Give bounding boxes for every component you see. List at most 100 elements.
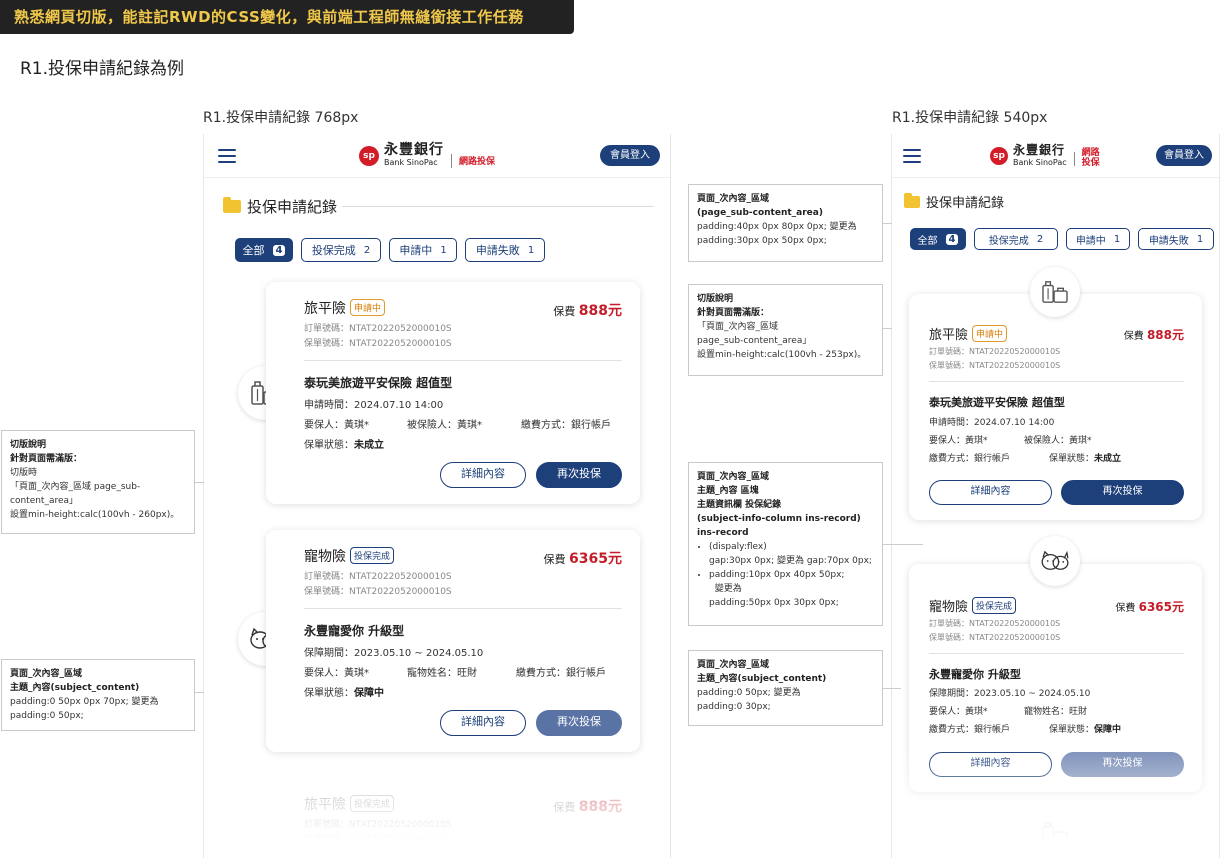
status-badge: 申請中 bbox=[350, 299, 386, 316]
premium: 保費 6365元 bbox=[1115, 600, 1184, 614]
product-name: 泰玩美旅遊平安保險 超值型 bbox=[929, 396, 1065, 409]
applicant: 要保人：黃琪* bbox=[304, 420, 369, 431]
policy-status: 保單狀態：保障中 bbox=[1049, 725, 1122, 735]
apply-time: 申請時間：2024.07.10 14:00 bbox=[304, 400, 444, 411]
policy-status: 保單狀態：未成立 bbox=[304, 440, 384, 451]
order-numbers: 訂單號碼：NTAT2022052000010S 保單號碼：NTAT20220520… bbox=[304, 324, 452, 349]
tab-label: 投保完成 bbox=[988, 235, 1029, 247]
insurance-type: 旅平險 投保完成 bbox=[304, 794, 395, 814]
reapply-button[interactable]: 再次投保 bbox=[536, 462, 622, 488]
status-badge: 投保完成 bbox=[972, 597, 1017, 614]
tab-label: 全部 bbox=[917, 235, 938, 247]
tab-label: 申請中 bbox=[399, 244, 433, 257]
annotation-note: 切版說明 針對頁面需滿版： 切版時 「頁面_次內容_區域 page_sub- c… bbox=[1, 430, 195, 534]
annotation-note: 頁面_次內容_區域 主題_內容 區塊 主題資訊欄 投保紀錄 (subject-i… bbox=[688, 462, 883, 626]
detail-button[interactable]: 詳細內容 bbox=[929, 752, 1052, 777]
status-badge: 投保完成 bbox=[350, 795, 395, 812]
apply-time: 申請時間：2024.07.10 14:00 bbox=[929, 418, 1055, 428]
bank-name-zh: 永豐銀行 bbox=[384, 142, 444, 158]
tab-failed[interactable]: 申請失敗 1 bbox=[465, 238, 545, 262]
header-banner: 熟悉網頁切版，能註記RWD的CSS變化，與前端工程師無縫銜接工作任務 bbox=[0, 0, 574, 34]
order-numbers: 訂單號碼：NTAT2022052000010S 保單號碼：NTAT20220520… bbox=[304, 820, 452, 845]
mockup-540: sp 永豐銀行 Bank SinoPac 網路投保 會員登入 投保申請紀錄 全部… bbox=[891, 134, 1220, 858]
bank-name-en: Bank SinoPac bbox=[384, 158, 438, 167]
sinopac-logo-icon: sp bbox=[359, 145, 379, 166]
payment-method: 繳費方式：銀行帳戶 bbox=[521, 420, 611, 431]
record-card: 寵物險 投保完成 保費 6365元 訂單號碼：NTAT2022052000010S… bbox=[909, 564, 1202, 792]
login-button[interactable]: 會員登入 bbox=[1156, 145, 1212, 166]
bank-name-zh: 永豐銀行 bbox=[1013, 143, 1066, 157]
premium: 保費 6365元 bbox=[543, 551, 622, 567]
filter-tabs: 全部 4 投保完成 2 申請中 1 申請失敗 1 bbox=[235, 238, 545, 262]
insured: 被保險人：黃琪* bbox=[407, 420, 482, 431]
coverage-period: 保障期間：2023.05.10 ~ 2024.05.10 bbox=[929, 689, 1091, 699]
web-insurance-label: 網路投保 bbox=[1081, 147, 1100, 168]
payment-method: 繳費方式：銀行帳戶 bbox=[929, 725, 1011, 735]
detail-button[interactable]: 詳細內容 bbox=[929, 480, 1052, 505]
pet-icon bbox=[1030, 536, 1080, 586]
payment-method: 繳費方式：銀行帳戶 bbox=[929, 454, 1011, 464]
login-button[interactable]: 會員登入 bbox=[600, 145, 660, 166]
folder-icon bbox=[904, 192, 920, 208]
frame-label-540: R1.投保申請紀錄 540px bbox=[892, 110, 1048, 126]
reapply-button[interactable]: 再次投保 bbox=[1061, 752, 1184, 777]
bank-logo[interactable]: sp 永豐銀行 Bank SinoPac 網路投保 bbox=[990, 143, 1100, 168]
tab-completed[interactable]: 投保完成 2 bbox=[301, 238, 381, 262]
web-insurance-label: 網路投保 bbox=[459, 157, 496, 167]
annotation-note: 切版說明 針對頁面需滿版： 「頁面_次內容_區域 page_sub-conten… bbox=[688, 284, 883, 376]
policy-status: 保單狀態：未成立 bbox=[1049, 454, 1122, 464]
premium: 保費 888元 bbox=[553, 303, 622, 319]
bank-name-en: Bank SinoPac bbox=[1013, 158, 1067, 167]
tab-completed[interactable]: 投保完成 2 bbox=[974, 228, 1058, 250]
pet-name: 寵物姓名：旺財 bbox=[407, 668, 477, 679]
section-header: 投保申請紀錄 bbox=[904, 192, 1004, 211]
detail-button[interactable]: 詳細內容 bbox=[440, 462, 526, 488]
top-nav: sp 永豐銀行 Bank SinoPac 網路投保 會員登入 bbox=[892, 134, 1219, 178]
order-numbers: 訂單號碼：NTAT2022052000010S 保單號碼：NTAT20220520… bbox=[929, 619, 1061, 642]
tab-count: 2 bbox=[363, 244, 371, 256]
insurance-type: 寵物險 投保完成 bbox=[929, 596, 1017, 615]
status-badge: 申請中 bbox=[972, 325, 1008, 342]
filter-tabs: 全部 4 投保完成 2 申請中 1 申請失敗 1 bbox=[910, 228, 1214, 250]
tab-failed[interactable]: 申請失敗 1 bbox=[1138, 228, 1214, 250]
order-numbers: 訂單號碼：NTAT2022052000010S 保單號碼：NTAT20220520… bbox=[304, 572, 452, 597]
insurance-type: 旅平險 申請中 bbox=[929, 324, 1008, 343]
insurance-type: 寵物險 投保完成 bbox=[304, 546, 395, 566]
tab-count: 1 bbox=[527, 244, 535, 256]
tab-count: 1 bbox=[1196, 233, 1204, 245]
product-name: 永豐寵愛你 升級型 bbox=[929, 668, 1021, 681]
product-name: 泰玩美旅遊平安保險 超值型 bbox=[304, 376, 453, 390]
record-card: 旅平險 投保完成 保費 888元 訂單號碼：NTAT2022052000010S 保… bbox=[266, 778, 640, 858]
premium: 保費 888元 bbox=[1123, 328, 1184, 342]
mockup-768: sp 永豐銀行 Bank SinoPac 網路投保 會員登入 投保申請紀錄 全部… bbox=[203, 134, 671, 858]
tab-count: 4 bbox=[945, 233, 959, 245]
annotation-note: 頁面_次內容_區域 主題_內容(subject_content) padding… bbox=[688, 650, 883, 726]
menu-icon[interactable] bbox=[903, 149, 921, 163]
insured: 被保險人：黃琪* bbox=[1024, 436, 1092, 446]
tab-applying[interactable]: 申請中 1 bbox=[389, 238, 457, 262]
tab-count: 1 bbox=[440, 244, 447, 256]
policy-status: 保單狀態：保障中 bbox=[304, 688, 384, 699]
tab-all[interactable]: 全部 4 bbox=[235, 238, 293, 262]
tab-label: 申請失敗 bbox=[1148, 235, 1189, 247]
annotation-note: 頁面_次內容_區域 主題_內容(subject_content) padding… bbox=[1, 659, 195, 731]
product-name: 永豐寵愛你 升級型 bbox=[304, 624, 405, 638]
reapply-button[interactable]: 再次投保 bbox=[536, 710, 622, 736]
coverage-period: 保障期間：2023.05.10 ~ 2024.05.10 bbox=[304, 648, 484, 659]
order-numbers: 訂單號碼：NTAT2022052000010S 保單號碼：NTAT20220520… bbox=[929, 347, 1061, 370]
reapply-button[interactable]: 再次投保 bbox=[1061, 480, 1184, 505]
tab-label: 申請失敗 bbox=[475, 244, 520, 257]
bank-logo[interactable]: sp 永豐銀行 Bank SinoPac 網路投保 bbox=[359, 143, 495, 168]
banner-text: 熟悉網頁切版，能註記RWD的CSS變化，與前端工程師無縫銜接工作任務 bbox=[14, 8, 524, 26]
top-nav: sp 永豐銀行 Bank SinoPac 網路投保 會員登入 bbox=[204, 134, 670, 178]
tab-applying[interactable]: 申請中 1 bbox=[1066, 228, 1130, 250]
section-header: 投保申請紀錄 bbox=[223, 196, 337, 217]
applicant: 要保人：黃琪* bbox=[304, 668, 369, 679]
menu-icon[interactable] bbox=[218, 149, 236, 163]
record-card: 寵物險 投保完成 保費 6365元 訂單號碼：NTAT2022052000010S… bbox=[266, 530, 640, 752]
applicant: 要保人：黃琪* bbox=[929, 436, 988, 446]
luggage-icon bbox=[1030, 267, 1080, 317]
sinopac-logo-icon: sp bbox=[990, 146, 1008, 165]
detail-button[interactable]: 詳細內容 bbox=[440, 710, 526, 736]
tab-all[interactable]: 全部 4 bbox=[910, 228, 966, 250]
